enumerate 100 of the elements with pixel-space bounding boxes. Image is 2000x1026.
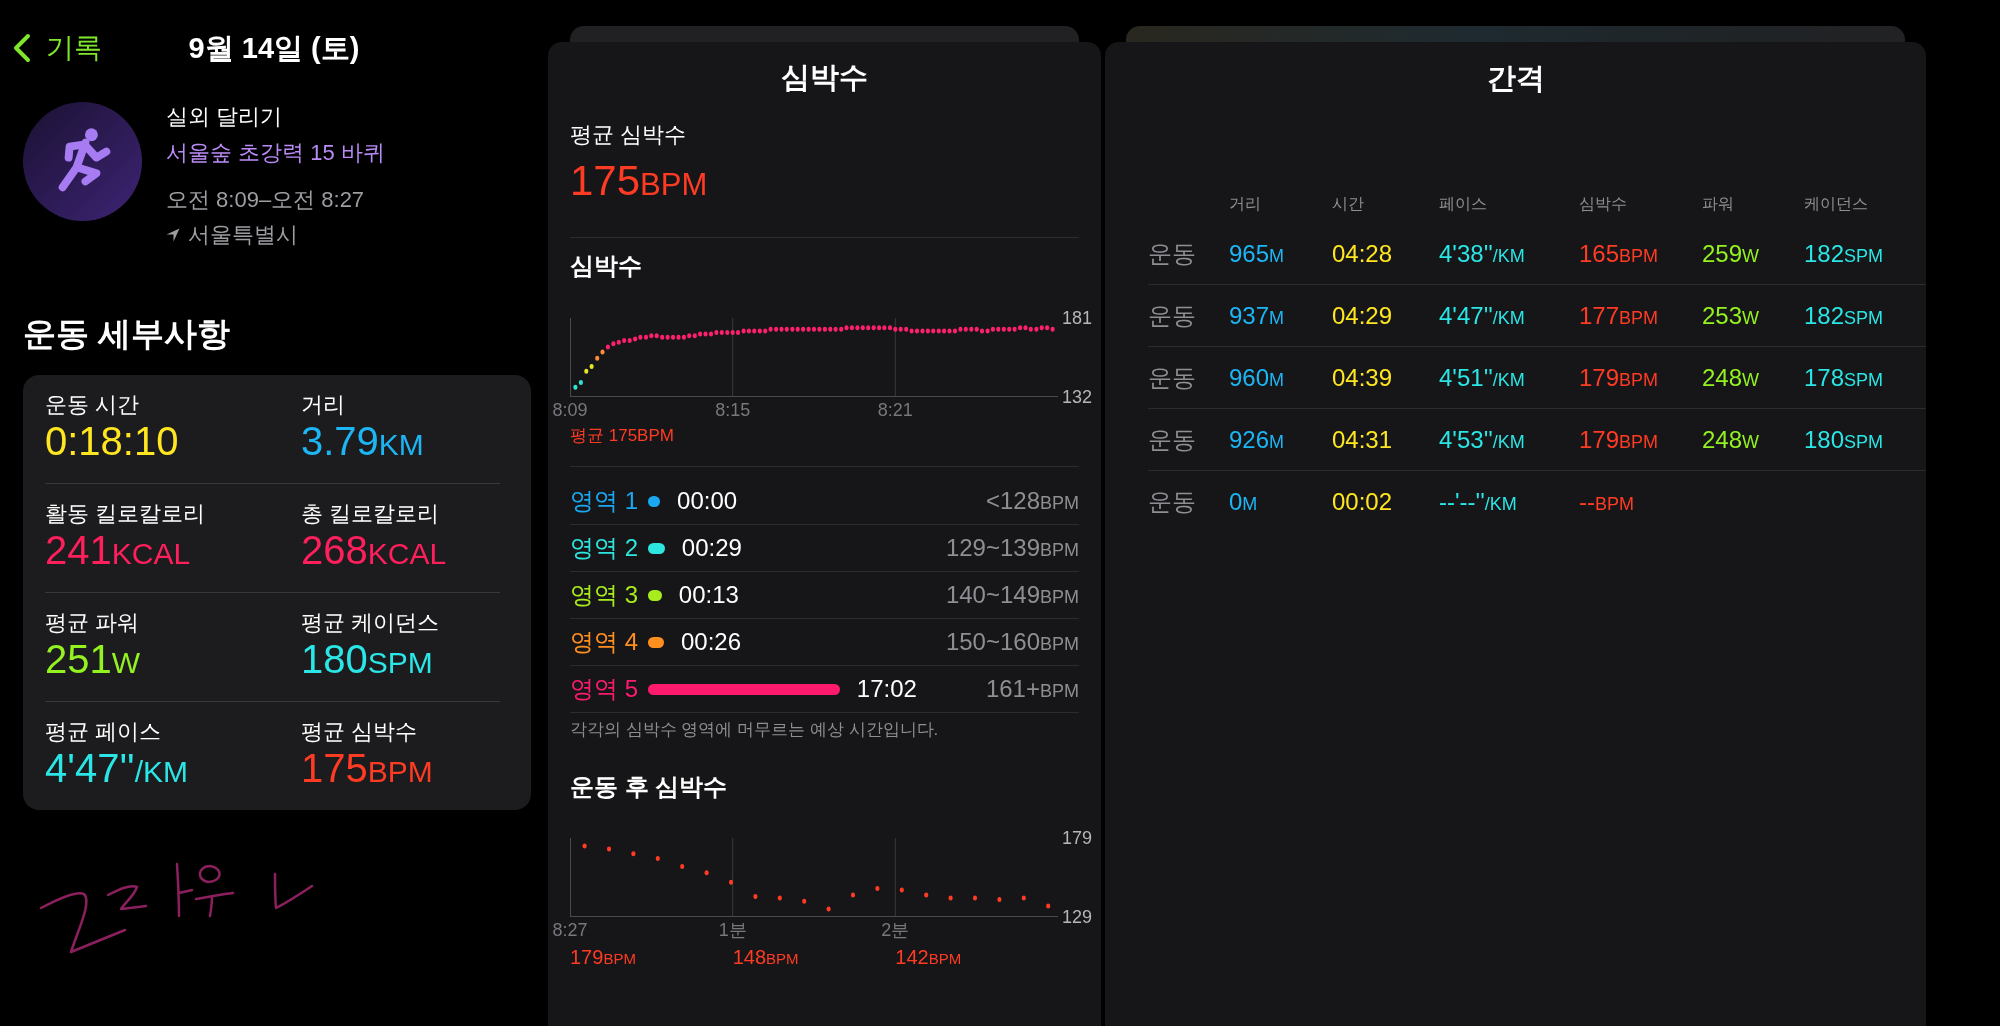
table-cell-text: 248W bbox=[1702, 362, 1760, 393]
zone-label: 영역 1 bbox=[570, 486, 638, 516]
axis-label: 1분 bbox=[718, 919, 747, 941]
axis-label: 132 bbox=[1062, 386, 1093, 408]
point bbox=[578, 380, 583, 385]
table-cell-text: 253W bbox=[1702, 300, 1760, 331]
metric-value: 241KCAL bbox=[45, 527, 191, 574]
section-heading: 운동 세부사항 bbox=[23, 314, 231, 354]
column-header: 케이던스 bbox=[1804, 194, 1868, 214]
metric-label: 평균 케이던스 bbox=[301, 610, 440, 636]
zone-range: 140~149BPM bbox=[945, 580, 1079, 610]
point bbox=[655, 856, 660, 861]
table-cell-text: 182SPM bbox=[1804, 300, 1884, 331]
table-cell-text: 4'51''/KM bbox=[1439, 362, 1525, 393]
axis-label: 8:09 bbox=[552, 399, 588, 421]
metric-label: 평균 심박수 bbox=[570, 121, 687, 149]
chart-title: 운동 후 심박수 bbox=[570, 772, 728, 802]
table-cell-text: 179BPM bbox=[1579, 362, 1659, 393]
panel-title: 심박수 bbox=[781, 60, 868, 95]
zone-range: 161+BPM bbox=[985, 674, 1079, 704]
column-header: 거리 bbox=[1229, 194, 1261, 214]
metric-value: 3.79KM bbox=[301, 418, 424, 465]
zone-time: 00:26 bbox=[680, 627, 741, 657]
column-header: 페이스 bbox=[1439, 194, 1487, 214]
table-cell-text: --'--''/KM bbox=[1439, 487, 1517, 517]
table-cell-text: 04:31 bbox=[1332, 424, 1393, 455]
zone-time: 00:13 bbox=[678, 580, 739, 610]
table-cell-text: 04:29 bbox=[1332, 300, 1393, 331]
axis-label: 2분 bbox=[881, 919, 910, 941]
zone-label: 영역 4 bbox=[570, 627, 638, 657]
metric-label: 총 킬로칼로리 bbox=[301, 501, 440, 527]
workout-type: 실외 달리기 bbox=[166, 103, 283, 131]
metric-label: 활동 킬로칼로리 bbox=[45, 501, 206, 527]
table-cell-text: 179BPM bbox=[1579, 424, 1659, 455]
metric-value: 175BPM bbox=[570, 156, 708, 206]
zone-range: 129~139BPM bbox=[945, 533, 1079, 563]
heart-rate-reading: 179BPM bbox=[570, 945, 636, 970]
workout-name: 서울숲 초강력 15 바퀴 bbox=[166, 139, 385, 167]
table-cell-text: 259W bbox=[1702, 238, 1760, 269]
metric-value: 180SPM bbox=[301, 636, 433, 683]
metric-value: 4'47''/KM bbox=[45, 745, 188, 792]
table-cell-text: 04:28 bbox=[1332, 238, 1393, 269]
axis-label: 129 bbox=[1062, 906, 1093, 928]
table-cell-text: 180SPM bbox=[1804, 424, 1884, 455]
table-cell-text: 960M bbox=[1229, 362, 1285, 393]
point bbox=[729, 879, 733, 885]
heart-rate-reading: 148BPM bbox=[732, 945, 799, 970]
row-label: 운동 bbox=[1148, 424, 1196, 455]
table-cell-text: --BPM bbox=[1579, 487, 1634, 517]
back-link[interactable]: 기록 bbox=[13, 30, 102, 66]
zone-label: 영역 2 bbox=[570, 533, 638, 563]
date-title: 9월 14일 (토) bbox=[188, 31, 360, 66]
table-cell-text: 4'47''/KM bbox=[1439, 300, 1525, 331]
metric-value: 0:18:10 bbox=[45, 418, 179, 464]
row-label: 운동 bbox=[1148, 362, 1196, 393]
column-header: 파워 bbox=[1702, 194, 1734, 214]
average-note: 평균 175BPM bbox=[570, 425, 674, 447]
table-cell-text: 4'38''/KM bbox=[1439, 238, 1525, 269]
metric-value: 251W bbox=[45, 636, 141, 683]
table-cell-text: 248W bbox=[1702, 424, 1760, 455]
zone-range: <128BPM bbox=[985, 486, 1079, 516]
zone-time: 17:02 bbox=[856, 674, 917, 704]
chevron-left-icon bbox=[13, 33, 31, 63]
panel-title: 간격 bbox=[1486, 61, 1545, 96]
table-cell-text: 4'53''/KM bbox=[1439, 424, 1525, 455]
table-cell-text: 00:02 bbox=[1332, 487, 1393, 517]
metric-label: 평균 파워 bbox=[45, 610, 140, 636]
column-header: 심박수 bbox=[1579, 194, 1627, 214]
zone-label: 영역 5 bbox=[570, 674, 638, 704]
footnote: 각각의 심박수 영역에 머무르는 예상 시간입니다. bbox=[570, 719, 939, 741]
axis-label: 8:15 bbox=[715, 399, 751, 421]
axis-label: 179 bbox=[1062, 827, 1093, 849]
table-cell-text: 937M bbox=[1229, 300, 1285, 331]
metric-value: 268KCAL bbox=[301, 527, 447, 574]
row-label: 운동 bbox=[1148, 300, 1196, 331]
table-cell-text: 0M bbox=[1229, 487, 1258, 517]
row-label: 운동 bbox=[1148, 238, 1196, 269]
table-cell-text: 04:39 bbox=[1332, 362, 1393, 393]
workout-time-range: 오전 8:09–오전 8:27 bbox=[166, 186, 365, 214]
chart-title: 심박수 bbox=[570, 251, 642, 281]
column-header: 시간 bbox=[1332, 194, 1364, 214]
metric-label: 거리 bbox=[301, 392, 345, 418]
metric-label: 운동 시간 bbox=[45, 392, 140, 418]
metric-label: 평균 심박수 bbox=[301, 719, 418, 745]
axis-label: 181 bbox=[1062, 307, 1093, 329]
table-cell-text: 926M bbox=[1229, 424, 1285, 455]
zone-label: 영역 3 bbox=[570, 580, 638, 610]
zone-time: 00:29 bbox=[681, 533, 742, 563]
location-arrow-icon bbox=[166, 228, 180, 242]
zone-range: 150~160BPM bbox=[945, 627, 1079, 657]
location-label: 서울특별시 bbox=[188, 221, 298, 249]
row-label: 운동 bbox=[1148, 487, 1196, 517]
axis-label: 8:27 bbox=[552, 919, 588, 941]
heart-rate-reading: 142BPM bbox=[895, 945, 962, 970]
table-cell-text: 182SPM bbox=[1804, 238, 1884, 269]
metric-label: 평균 페이스 bbox=[45, 719, 162, 745]
running-figure-icon bbox=[23, 102, 142, 221]
table-cell-text: 178SPM bbox=[1804, 362, 1884, 393]
zone-time: 00:00 bbox=[677, 486, 738, 516]
axis-label: 8:21 bbox=[877, 399, 913, 421]
